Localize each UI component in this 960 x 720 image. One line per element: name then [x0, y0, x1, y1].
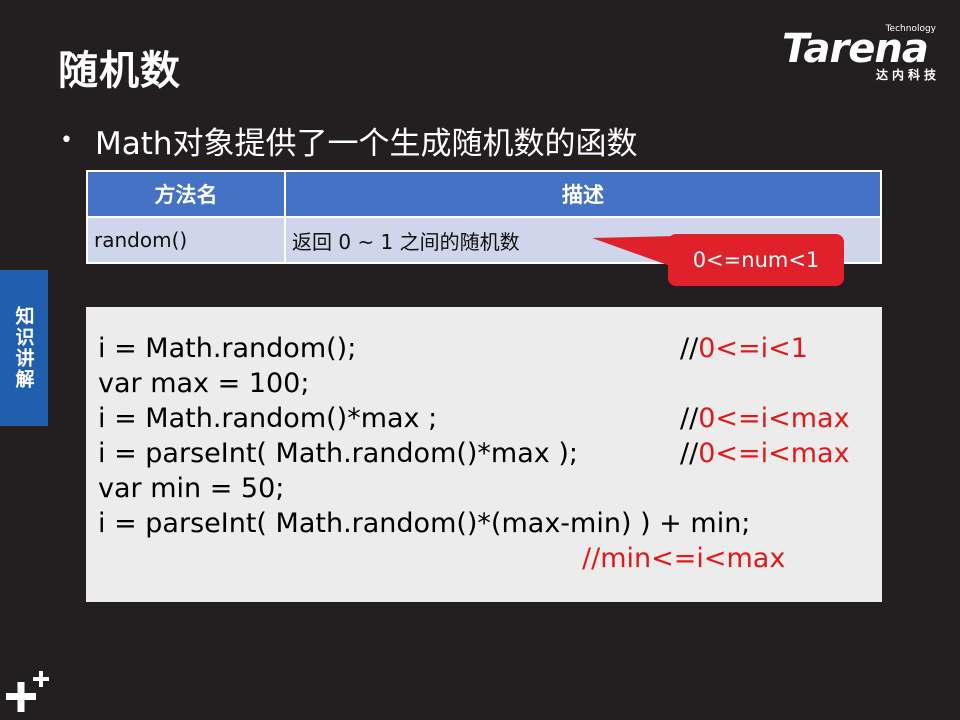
- code-text: i = Math.random();: [98, 333, 357, 364]
- code-block: i = Math.random(); //0<=i<1 var max = 10…: [86, 307, 882, 602]
- comment-condition: 0<=i<1: [698, 333, 808, 364]
- code-text: i = parseInt( Math.random()*(max-min) ) …: [98, 508, 751, 539]
- comment-condition: 0<=i<max: [698, 403, 850, 434]
- bullet-point: • Math对象提供了一个生成随机数的函数: [60, 118, 638, 163]
- comment-prefix: //: [680, 403, 699, 434]
- code-line: i = parseInt( Math.random()*(max-min) ) …: [98, 508, 878, 544]
- code-line: var min = 50;: [98, 473, 878, 509]
- code-line: //min<=i<max: [98, 543, 878, 579]
- column-header-method: 方法名: [86, 170, 286, 218]
- code-comment: //0<=i<max: [680, 403, 850, 434]
- trailing-comment: //min<=i<max: [582, 543, 786, 574]
- side-tab-knowledge: 知识讲解: [0, 270, 48, 426]
- column-header-description: 描述: [284, 170, 882, 218]
- tarena-logo: Technology Tarena 达内科技: [778, 22, 948, 84]
- comment-prefix: //: [680, 333, 699, 364]
- table-header-row: 方法名 描述: [86, 170, 882, 218]
- code-line: i = Math.random()*max ; //0<=i<max: [98, 403, 878, 439]
- side-tab-label: 知识讲解: [12, 306, 35, 390]
- bullet-text: Math对象提供了一个生成随机数的函数: [94, 126, 638, 162]
- code-text: i = parseInt( Math.random()*max );: [98, 438, 578, 469]
- slide-title: 随机数: [58, 48, 181, 94]
- comment-prefix: //: [680, 438, 699, 469]
- comment-condition: 0<=i<max: [698, 438, 850, 469]
- code-line: var max = 100;: [98, 368, 878, 404]
- logo-subtitle: 达内科技: [875, 68, 940, 82]
- code-line: i = parseInt( Math.random()*max ); //0<=…: [98, 438, 878, 474]
- callout-bubble: 0<=num<1: [668, 234, 844, 286]
- code-comment: //0<=i<max: [680, 438, 850, 469]
- code-text: i = Math.random()*max ;: [98, 403, 438, 434]
- callout-text: 0<=num<1: [692, 248, 820, 272]
- code-text: var max = 100;: [98, 368, 310, 399]
- code-text: var min = 50;: [98, 473, 285, 504]
- bullet-dot-icon: •: [60, 128, 73, 153]
- plus-icon: [6, 671, 49, 712]
- method-name-cell: random(): [86, 216, 286, 264]
- code-comment: //0<=i<1: [680, 333, 808, 364]
- code-line: i = Math.random(); //0<=i<1: [98, 333, 878, 369]
